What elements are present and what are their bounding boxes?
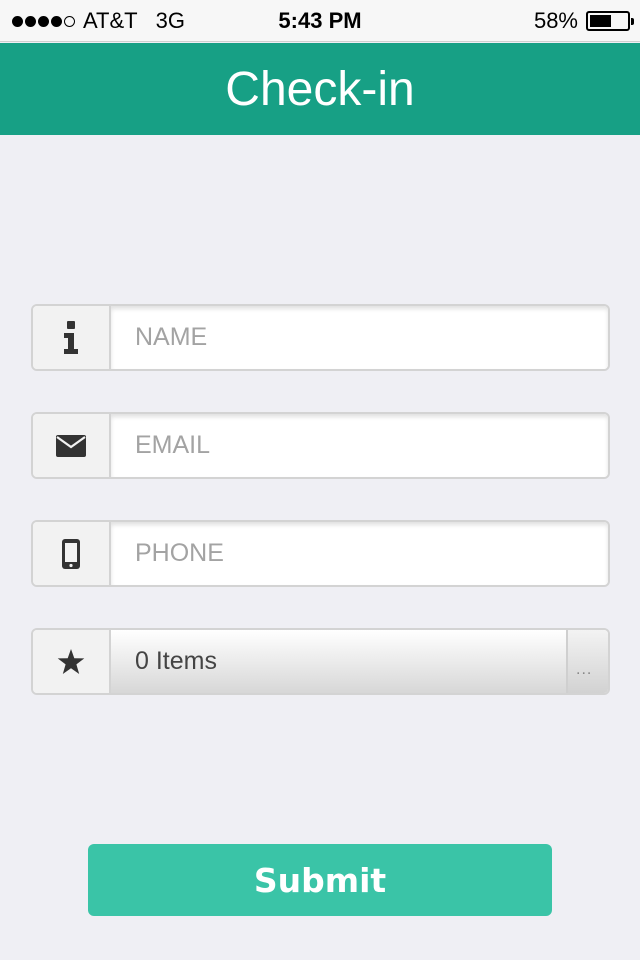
submit-button[interactable]: Submit <box>88 844 552 916</box>
items-more-button[interactable]: ... <box>566 630 608 693</box>
battery-percent: 58% <box>533 8 578 33</box>
envelope-icon <box>33 414 111 477</box>
email-field-group <box>31 412 610 479</box>
items-select-value[interactable]: 0 Items <box>111 630 566 693</box>
page-title: Check-in <box>225 62 415 116</box>
items-select-group[interactable]: 0 Items ... <box>31 628 610 695</box>
phone-input[interactable] <box>111 522 608 585</box>
battery-icon <box>586 11 634 31</box>
mobile-phone-icon <box>33 522 111 585</box>
email-input[interactable] <box>111 414 608 477</box>
nav-bar: Check-in <box>0 43 640 135</box>
status-right: 58% <box>533 8 634 34</box>
battery-fill <box>590 15 611 27</box>
star-icon <box>33 630 111 693</box>
info-icon <box>33 306 111 369</box>
status-bar: AT&T 3G 5:43 PM 58% <box>0 0 640 42</box>
name-input[interactable] <box>111 306 608 369</box>
name-field-group <box>31 304 610 371</box>
battery-tip <box>631 18 634 25</box>
ellipsis-icon: ... <box>576 661 593 678</box>
phone-field-group <box>31 520 610 587</box>
